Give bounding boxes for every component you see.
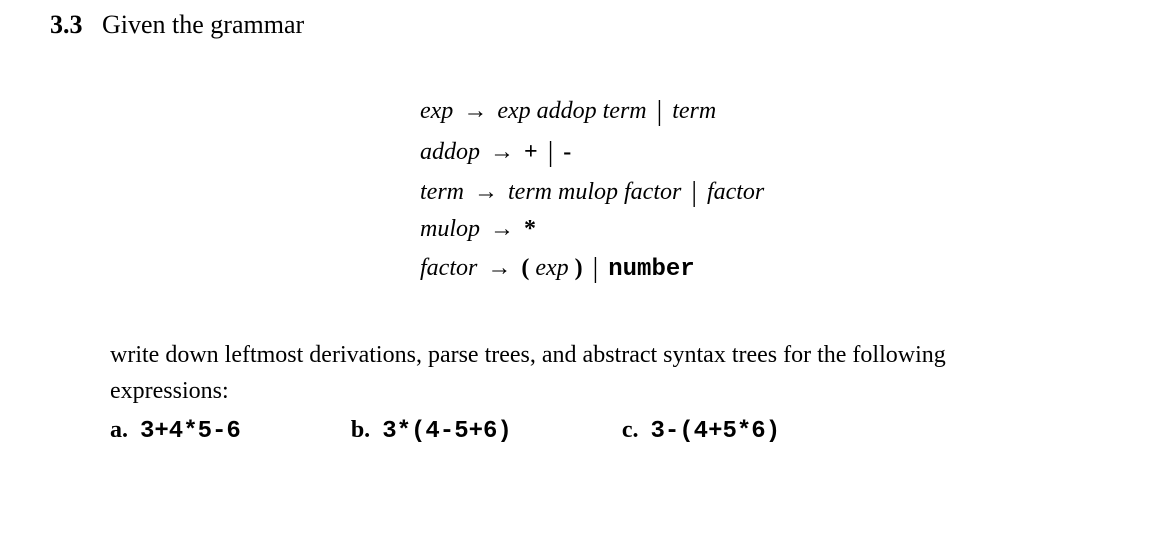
grammar-block: exp → exp addop term | termaddop → + | -… — [420, 90, 1120, 287]
expression-letter: c. — [622, 417, 639, 443]
expressions-row: a. 3+4*5-6 b. 3*(4-5+6) c. 3-(4+5*6) — [110, 417, 1120, 445]
arrow-icon: → — [457, 98, 493, 124]
section-header: 3.3 Given the grammar — [50, 10, 1120, 40]
expression-letter: a. — [110, 417, 128, 443]
grammar-line: mulop → * — [420, 212, 1120, 247]
grammar-lhs: exp — [420, 98, 453, 124]
nonterminal: factor — [707, 179, 764, 205]
grammar-line: factor → ( exp ) | number — [420, 247, 1120, 288]
section-number: 3.3 — [50, 10, 83, 39]
grammar-lhs: mulop — [420, 216, 480, 242]
arrow-icon: → — [484, 139, 520, 165]
expression-item: a. 3+4*5-6 — [110, 417, 241, 445]
instruction-line2: expressions: — [110, 378, 229, 404]
section-title: Given the grammar — [102, 10, 304, 39]
grammar-lhs: factor — [420, 255, 477, 281]
expression-item: b. 3*(4-5+6) — [351, 417, 512, 445]
pipe-separator: | — [548, 137, 554, 168]
arrow-icon: → — [484, 216, 520, 242]
grammar-lhs: term — [420, 179, 464, 205]
expression-item: c. 3-(4+5*6) — [622, 417, 780, 445]
terminal: - — [563, 139, 571, 165]
nonterminal: exp addop term — [497, 98, 646, 124]
instruction-line1: write down leftmost derivations, parse t… — [110, 342, 946, 368]
nonterminal: exp — [529, 255, 574, 281]
expression-letter: b. — [351, 417, 370, 443]
arrow-icon: → — [468, 179, 504, 205]
pipe-separator: | — [593, 253, 599, 284]
expression-code: 3-(4+5*6) — [650, 418, 780, 445]
nonterminal: term mulop factor — [508, 179, 681, 205]
terminal-keyword: number — [608, 256, 694, 283]
nonterminal: term — [672, 98, 716, 124]
grammar-line: exp → exp addop term | term — [420, 90, 1120, 131]
expression-code: 3+4*5-6 — [140, 418, 241, 445]
terminal: + — [524, 139, 538, 165]
grammar-line: term → term mulop factor | factor — [420, 171, 1120, 212]
pipe-separator: | — [691, 177, 697, 208]
terminal: ) — [575, 255, 583, 281]
pipe-separator: | — [657, 96, 663, 127]
grammar-line: addop → + | - — [420, 131, 1120, 172]
terminal: * — [524, 216, 536, 242]
arrow-icon: → — [481, 255, 517, 281]
expression-code: 3*(4-5+6) — [382, 418, 512, 445]
instruction-text: write down leftmost derivations, parse t… — [110, 337, 1100, 409]
grammar-lhs: addop — [420, 139, 480, 165]
